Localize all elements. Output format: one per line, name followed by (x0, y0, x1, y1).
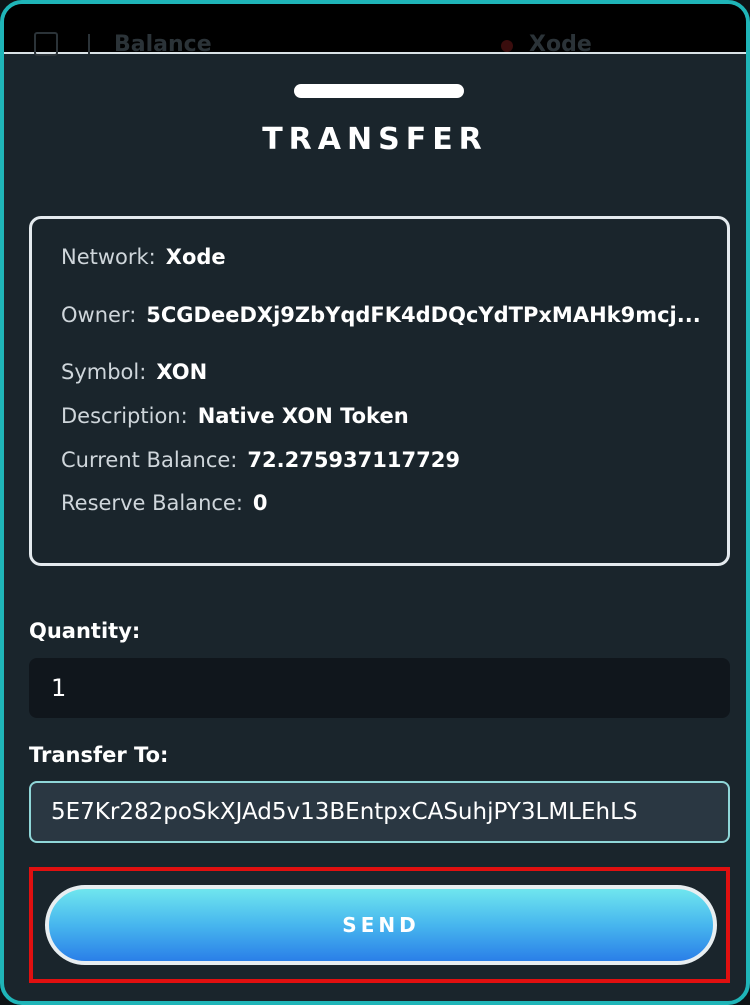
token-info-card: Network: Xode Owner: 5CGDeeDXj9ZbYqdFK4dDQ… (29, 216, 730, 566)
header-divider (88, 34, 90, 54)
symbol-value: XON (156, 360, 208, 384)
current-balance-value: 72.275937117729 (247, 448, 460, 472)
header-network-name: Xode (529, 32, 592, 57)
info-row-symbol: Symbol: XON (61, 360, 207, 384)
owner-value: 5CGDeeDXj9ZbYqdFK4dDQcYdTPxMAHk9mcj... (146, 303, 701, 327)
info-row-description: Description: Native XON Token (61, 404, 409, 428)
info-row-reserve-balance: Reserve Balance: 0 (61, 491, 268, 515)
reserve-balance-value: 0 (252, 491, 268, 515)
info-row-network: Network: Xode (61, 245, 226, 269)
network-status-dot-icon (501, 40, 513, 52)
quantity-input[interactable] (29, 658, 730, 718)
description-value: Native XON Token (197, 404, 409, 428)
drag-handle[interactable] (294, 84, 464, 98)
transfer-modal-frame: Balance Xode TRANSFER Network: Xode Owner… (0, 0, 750, 1005)
description-label: Description: (61, 404, 188, 428)
background-header-bar: Balance Xode (4, 4, 746, 57)
transfer-to-label: Transfer To: (29, 743, 169, 767)
reserve-balance-label: Reserve Balance: (61, 491, 243, 515)
symbol-label: Symbol: (61, 360, 147, 384)
info-row-owner: Owner: 5CGDeeDXj9ZbYqdFK4dDQcYdTPxMAHk9mc… (61, 303, 701, 327)
send-button[interactable]: SEND (45, 885, 717, 965)
header-title: Balance (114, 32, 212, 57)
network-label: Network: (61, 245, 156, 269)
modal-title: TRANSFER (262, 122, 488, 157)
current-balance-label: Current Balance: (61, 448, 238, 472)
info-row-current-balance: Current Balance: 72.275937117729 (61, 448, 460, 472)
send-button-highlight: SEND (29, 867, 730, 983)
owner-label: Owner: (61, 303, 137, 327)
network-value: Xode (165, 245, 226, 269)
transfer-to-input[interactable] (29, 781, 730, 843)
wallet-icon (34, 32, 58, 56)
quantity-label: Quantity: (29, 619, 141, 643)
